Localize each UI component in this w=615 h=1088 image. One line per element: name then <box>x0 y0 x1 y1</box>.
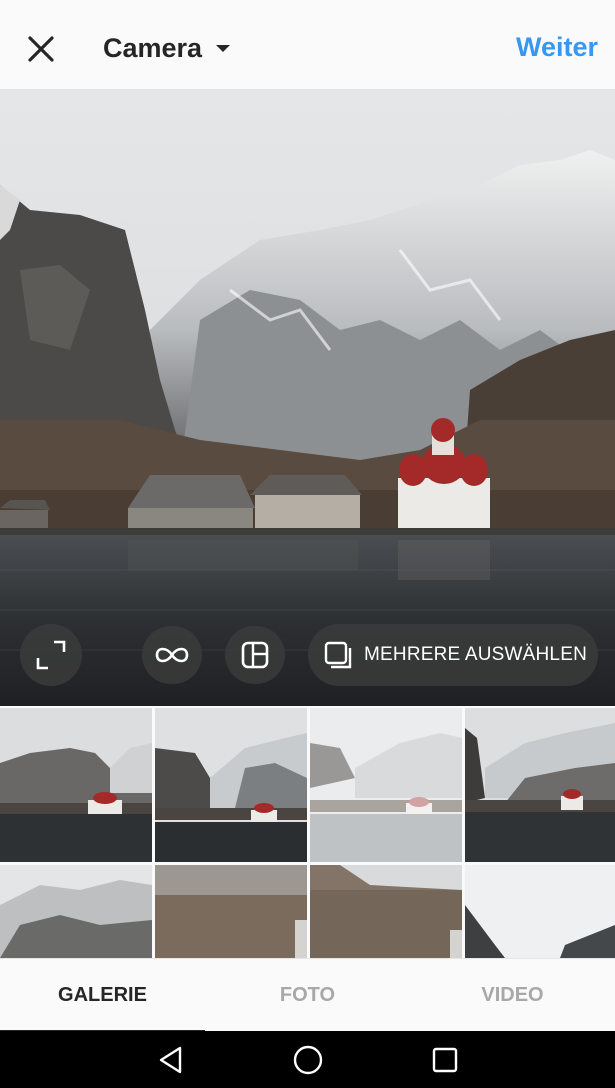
tab-gallery[interactable]: GALERIE <box>0 959 205 1032</box>
multi-select-button[interactable]: MEHRERE AUSWÄHLEN <box>308 624 598 686</box>
back-triangle-icon <box>159 1046 182 1073</box>
home-button[interactable] <box>273 1031 343 1088</box>
boomerang-button[interactable] <box>142 626 202 684</box>
gallery-thumbnail[interactable] <box>155 865 307 958</box>
expand-icon <box>36 640 66 670</box>
tab-video[interactable]: VIDEO <box>410 959 615 1032</box>
multi-select-label: MEHRERE AUSWÄHLEN <box>364 644 587 665</box>
gallery-thumbnail[interactable] <box>310 865 462 958</box>
gallery-thumbnail[interactable] <box>465 708 615 862</box>
layout-button[interactable] <box>225 626 285 684</box>
gallery-thumbnail[interactable] <box>155 708 307 862</box>
gallery-thumbnail[interactable] <box>0 865 152 958</box>
next-button[interactable]: Weiter <box>516 32 598 63</box>
chevron-down-icon <box>216 44 231 52</box>
recents-square-icon <box>432 1047 458 1072</box>
expand-button[interactable] <box>20 624 82 686</box>
home-circle-icon <box>293 1045 323 1074</box>
album-selector[interactable]: Camera <box>103 28 231 68</box>
system-nav-bar <box>0 1031 615 1088</box>
tab-photo[interactable]: FOTO <box>205 959 410 1032</box>
album-title: Camera <box>103 32 203 63</box>
gallery-thumbnail[interactable] <box>0 708 152 862</box>
photo-preview[interactable] <box>0 90 615 706</box>
top-bar: Camera Weiter <box>0 0 615 90</box>
preview-image <box>0 90 615 706</box>
gallery-grid <box>0 708 615 958</box>
multi-select-icon <box>324 641 352 669</box>
gallery-thumbnail[interactable] <box>310 708 462 862</box>
close-button[interactable] <box>22 30 60 68</box>
layout-icon <box>241 641 269 669</box>
back-button[interactable] <box>136 1031 206 1088</box>
gallery-thumbnail[interactable] <box>465 865 615 958</box>
infinity-icon <box>155 647 189 663</box>
close-icon <box>28 36 54 62</box>
mode-tabs: GALERIE FOTO VIDEO <box>0 958 615 1032</box>
recents-button[interactable] <box>410 1031 480 1088</box>
